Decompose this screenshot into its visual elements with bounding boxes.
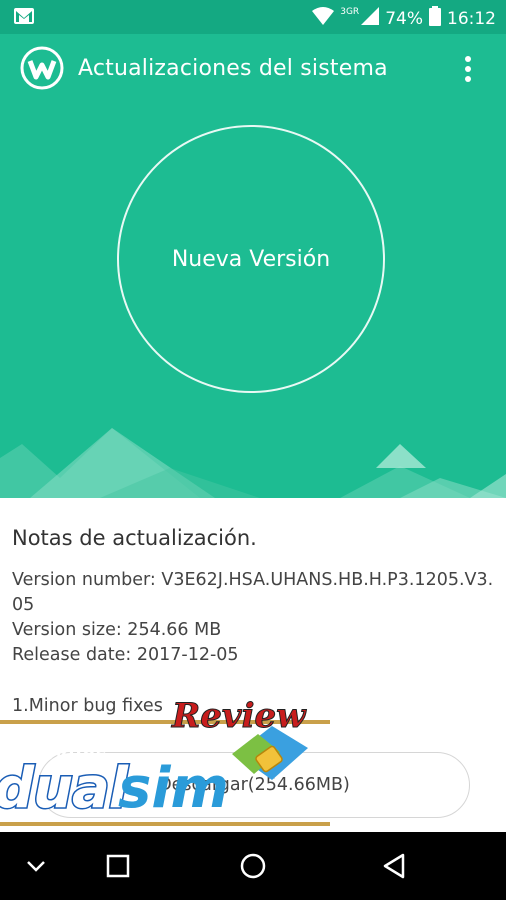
new-version-label: Nueva Versión (171, 246, 331, 272)
version-size: Version size: 254.66 MB (12, 620, 222, 640)
signal-icon (361, 7, 380, 30)
navigation-bar (0, 832, 506, 900)
mountains-decoration (0, 428, 506, 498)
hero-section: Nueva Versión (0, 104, 506, 498)
back-icon[interactable] (374, 846, 414, 886)
watermark-review: Review (171, 696, 306, 737)
new-version-button[interactable]: Nueva Versión (117, 125, 385, 393)
watermark-logo: móviles dual dual sim Review (0, 696, 340, 828)
network-type: 3GR (340, 6, 360, 17)
battery-percent: 74% (385, 8, 423, 29)
notes-body: Version number: V3E62J.HSA.UHANS.HB.H.P3… (12, 568, 496, 668)
toolbar-title: Actualizaciones del sistema (78, 56, 388, 81)
notes-title: Notas de actualización. (12, 526, 257, 550)
status-bar: 3GR 74% 16:12 (0, 0, 506, 34)
collapse-icon[interactable] (16, 846, 56, 886)
battery-icon (429, 6, 441, 31)
app-toolbar: Actualizaciones del sistema (0, 34, 506, 104)
clock: 16:12 (447, 8, 496, 29)
gmail-icon (14, 8, 34, 28)
watermark-dual: dual (0, 756, 128, 821)
recents-icon[interactable] (98, 846, 138, 886)
home-icon[interactable] (233, 846, 273, 886)
release-date: Release date: 2017-12-05 (12, 645, 239, 665)
wifi-icon (312, 7, 335, 30)
watermark-sim: sim (118, 756, 229, 821)
version-number: Version number: V3E62J.HSA.UHANS.HB.H.P3… (12, 570, 494, 615)
watermark-bottom-line (0, 822, 330, 826)
more-vert-icon[interactable] (464, 56, 472, 82)
app-logo-icon (20, 46, 64, 90)
